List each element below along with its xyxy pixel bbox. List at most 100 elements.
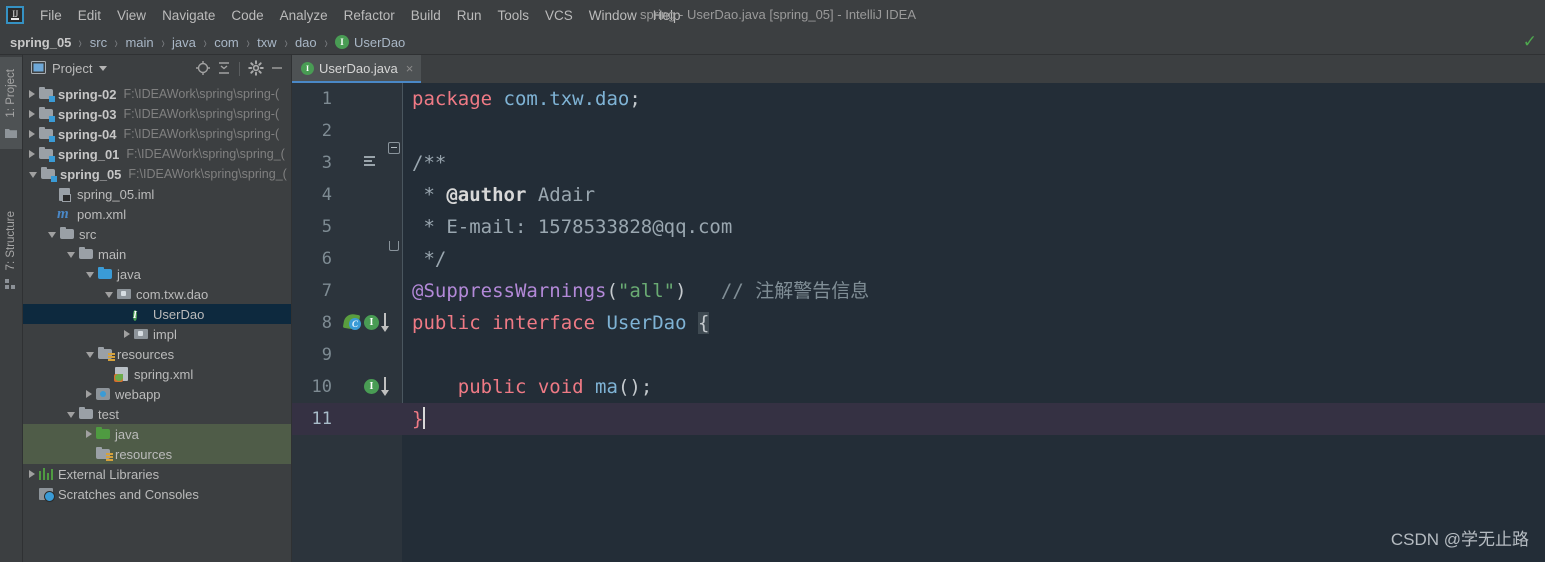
tree-item-webapp[interactable]: webapp xyxy=(23,384,291,404)
chevron-right-icon[interactable] xyxy=(86,390,92,398)
breadcrumb-item-main[interactable]: main xyxy=(125,35,153,50)
menu-file[interactable]: File xyxy=(32,5,70,26)
menu-edit[interactable]: Edit xyxy=(70,5,109,26)
intellij-window: IJ File Edit View Navigate Code Analyze … xyxy=(0,0,1545,562)
implemented-by-icon[interactable]: I xyxy=(364,315,379,330)
breadcrumb-item-project[interactable]: spring_05 xyxy=(10,35,71,50)
menu-run[interactable]: Run xyxy=(449,5,490,26)
inspection-ok-icon[interactable]: ✓ xyxy=(1523,33,1537,50)
code-editor[interactable]: 1 2 3 4 5 6 7 8 9 10 11 C I I package co… xyxy=(292,83,1545,562)
menu-code[interactable]: Code xyxy=(223,5,271,26)
editor-gutter[interactable]: 1 2 3 4 5 6 7 8 9 10 11 C I I xyxy=(292,83,402,562)
chevron-down-icon[interactable] xyxy=(99,66,108,71)
menu-build[interactable]: Build xyxy=(403,5,449,26)
code-method-name: ma xyxy=(583,376,618,398)
breadcrumb-item-com[interactable]: com xyxy=(214,35,239,50)
tree-item-spring-05[interactable]: spring_05 F:\IDEAWork\spring\spring_( xyxy=(23,164,291,184)
menu-analyze[interactable]: Analyze xyxy=(272,5,336,26)
module-folder-icon xyxy=(38,106,55,122)
chevron-down-icon[interactable] xyxy=(86,352,94,358)
code-line-8: public interface UserDao { xyxy=(402,307,1545,339)
chevron-down-icon[interactable] xyxy=(29,172,37,178)
tool-window-button-project[interactable]: 1: Project xyxy=(0,57,22,149)
chevron-down-icon[interactable] xyxy=(67,252,75,258)
project-folder-icon xyxy=(5,126,17,141)
hide-icon[interactable] xyxy=(269,60,287,78)
breadcrumb-item-txw[interactable]: txw xyxy=(257,35,277,50)
chevron-right-icon[interactable] xyxy=(29,90,35,98)
close-icon[interactable]: × xyxy=(406,61,414,76)
menu-tools[interactable]: Tools xyxy=(490,5,538,26)
collapse-all-icon[interactable] xyxy=(216,60,234,78)
tree-item-resources[interactable]: resources xyxy=(23,444,291,464)
fold-column[interactable] xyxy=(388,83,402,562)
breadcrumb-item-src[interactable]: src xyxy=(90,35,107,50)
chevron-right-icon[interactable] xyxy=(124,330,130,338)
tree-item-label: spring_05.iml xyxy=(77,186,155,202)
breadcrumb-separator-icon: › xyxy=(284,32,288,52)
line-number: 7 xyxy=(321,281,332,301)
breadcrumb-item-java[interactable]: java xyxy=(172,35,196,50)
tree-item-external-libraries[interactable]: External Libraries xyxy=(23,464,291,484)
breadcrumb-item-dao[interactable]: dao xyxy=(295,35,317,50)
code-text-area[interactable]: package com.txw.dao; /** * @author Adair… xyxy=(402,83,1545,562)
menu-view[interactable]: View xyxy=(109,5,154,26)
breadcrumb-item-userdao[interactable]: UserDao xyxy=(354,35,405,50)
chevron-down-icon[interactable] xyxy=(67,412,75,418)
code-line-7: @SuppressWarnings("all") // 注解警告信息 xyxy=(402,275,1545,307)
tree-item-spring-05-iml[interactable]: spring_05.iml xyxy=(23,184,291,204)
chevron-right-icon[interactable] xyxy=(29,470,35,478)
logo-text: IJ xyxy=(12,8,18,19)
tree-item-userdao[interactable]: I UserDao xyxy=(23,304,291,324)
chevron-right-icon[interactable] xyxy=(29,130,35,138)
chevron-down-icon[interactable] xyxy=(86,272,94,278)
line-number: 5 xyxy=(321,217,332,237)
chevron-right-icon[interactable] xyxy=(86,430,92,438)
text-caret xyxy=(423,407,426,429)
menu-vcs[interactable]: VCS xyxy=(537,5,581,26)
tree-item-spring-03[interactable]: spring-03 F:\IDEAWork\spring\spring-( xyxy=(23,104,291,124)
chevron-right-icon[interactable] xyxy=(29,110,35,118)
tree-item-main[interactable]: main xyxy=(23,244,291,264)
project-tree[interactable]: spring-02 F:\IDEAWork\spring\spring-(spri… xyxy=(23,82,291,562)
tree-item-label: spring-04 xyxy=(58,126,117,142)
code-keyword-public: public xyxy=(457,376,527,398)
chevron-down-icon[interactable] xyxy=(48,232,56,238)
tree-item-label: impl xyxy=(153,326,177,342)
chevron-down-icon[interactable] xyxy=(105,292,113,298)
tree-item-spring-02[interactable]: spring-02 F:\IDEAWork\spring\spring-( xyxy=(23,84,291,104)
javadoc-icon[interactable] xyxy=(360,155,376,168)
scratches-icon xyxy=(38,486,55,502)
tool-window-button-structure[interactable]: 7: Structure xyxy=(0,200,22,300)
code-keyword-void: void xyxy=(526,376,584,398)
tree-item-impl[interactable]: impl xyxy=(23,324,291,344)
gear-icon[interactable] xyxy=(248,59,266,78)
spring-bean-icon[interactable]: C xyxy=(342,312,361,331)
tree-item-spring-04[interactable]: spring-04 F:\IDEAWork\spring\spring-( xyxy=(23,124,291,144)
tree-item-resources[interactable]: resources xyxy=(23,344,291,364)
tree-item-src[interactable]: src xyxy=(23,224,291,244)
tree-item-spring-xml[interactable]: spring.xml xyxy=(23,364,291,384)
implemented-by-icon[interactable]: I xyxy=(364,379,379,394)
intellij-logo-icon[interactable]: IJ xyxy=(6,6,24,24)
tree-item-test[interactable]: test xyxy=(23,404,291,424)
tree-item-label: Scratches and Consoles xyxy=(58,486,199,502)
locate-icon[interactable] xyxy=(195,60,213,78)
tree-item-java[interactable]: java xyxy=(23,424,291,444)
menu-window[interactable]: Window xyxy=(581,5,645,26)
editor-tab-userdao[interactable]: I UserDao.java × xyxy=(292,55,422,83)
tree-item-scratches-and-consoles[interactable]: Scratches and Consoles xyxy=(23,484,291,504)
chevron-right-icon[interactable] xyxy=(29,150,35,158)
tree-item-java[interactable]: java xyxy=(23,264,291,284)
fold-collapse-icon[interactable] xyxy=(388,142,400,154)
tree-item-spring-01[interactable]: spring_01 F:\IDEAWork\spring\spring_( xyxy=(23,144,291,164)
tree-item-label: main xyxy=(98,246,127,262)
tree-item-pom-xml[interactable]: m pom.xml xyxy=(23,204,291,224)
line-number: 2 xyxy=(321,121,332,141)
tree-item-com-txw-dao[interactable]: com.txw.dao xyxy=(23,284,291,304)
menu-refactor[interactable]: Refactor xyxy=(336,5,403,26)
menu-navigate[interactable]: Navigate xyxy=(154,5,223,26)
window-title: spring - UserDao.java [spring_05] - Inte… xyxy=(640,7,917,22)
